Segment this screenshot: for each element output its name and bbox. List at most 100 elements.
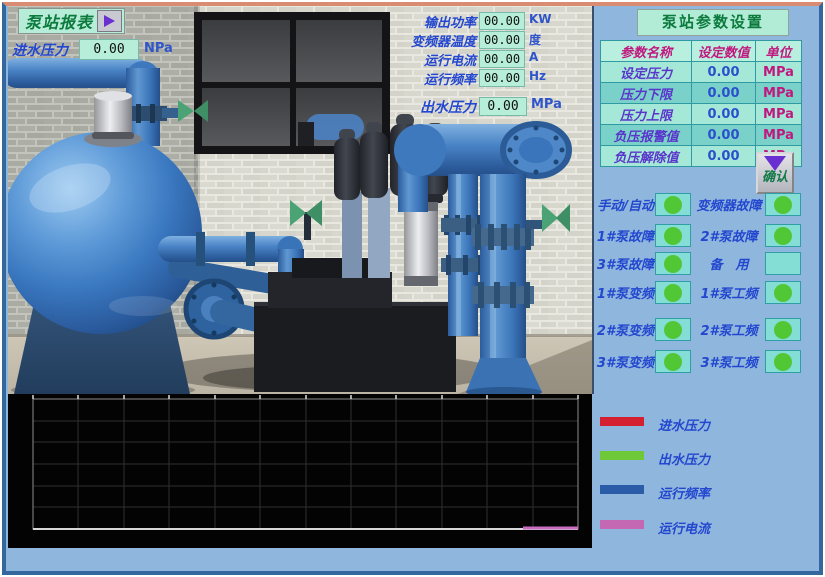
param-value-field[interactable]: 0.00 <box>692 146 756 167</box>
metric-row: 输出功率 00.00 KW <box>8 12 592 30</box>
param-name: 设定压力 <box>601 62 692 83</box>
trend-chart <box>8 394 592 548</box>
legend-swatch-frequency <box>600 485 644 494</box>
output-power-label: 输出功率 <box>378 12 476 31</box>
table-header-row: 参数名称 设定数值 单位 <box>601 41 802 62</box>
vfd-temperature-label: 变频器温度 <box>378 31 476 50</box>
legend-swatch-outlet <box>600 451 644 460</box>
status-lamp-box <box>655 252 691 275</box>
param-value-field[interactable]: 0.00 <box>692 62 756 83</box>
confirm-button-label: 确认 <box>762 166 788 185</box>
status-label-pump3-fault: 3#泵故障 <box>594 254 654 273</box>
status-row: 1#泵变频 1#泵工频 <box>594 281 819 305</box>
vfd-temperature-value: 00.00 <box>479 31 525 49</box>
outlet-pressure-label: 出水压力 <box>378 97 476 117</box>
status-label-pump3-vfd: 3#泵变频 <box>594 352 654 371</box>
outlet-pressure-value: 0.00 <box>479 97 527 116</box>
legend-label-frequency: 运行频率 <box>658 483 710 502</box>
status-label-pump2-vfd: 2#泵变频 <box>594 320 654 339</box>
running-frequency-value: 00.00 <box>479 69 525 87</box>
metric-row: 运行电流 00.00 A <box>8 50 592 68</box>
status-label-pump2-mains: 2#泵工频 <box>694 320 764 339</box>
status-lamp <box>774 321 792 339</box>
confirm-button[interactable]: 确认 <box>756 152 794 194</box>
status-row: 3#泵故障 备 用 <box>594 252 819 276</box>
metric-row: 变频器温度 00.00 度 <box>8 31 592 49</box>
settings-title: 泵站参数设置 <box>637 9 789 36</box>
chrome-pump-body <box>404 202 438 286</box>
param-name: 压力上限 <box>601 104 692 125</box>
status-lamp-box <box>655 350 691 373</box>
status-lamp <box>774 255 792 273</box>
status-label-pump1-vfd: 1#泵变频 <box>594 283 654 302</box>
status-label-pump3-mains: 3#泵工频 <box>694 352 764 371</box>
legend-label-outlet: 出水压力 <box>658 449 710 468</box>
status-label-spare: 备 用 <box>694 254 764 273</box>
status-lamp-box <box>765 281 801 304</box>
metric-row: 运行频率 00.00 Hz <box>8 69 592 87</box>
param-name: 负压解除值 <box>601 146 692 167</box>
trend-chart-grid <box>8 394 592 548</box>
table-row: 压力下限 0.00 MPa <box>601 83 802 104</box>
status-lamp <box>774 196 792 214</box>
status-row: 手动/自动 变频器故障 <box>594 193 819 217</box>
output-power-unit: KW <box>529 12 552 26</box>
pump-station-hmi: 泵站报表 进水压力 0.00 NPa 输出功率 00.00 KW 变频器温度 0… <box>0 0 825 577</box>
status-lamp-box <box>655 193 691 216</box>
running-current-unit: A <box>529 50 538 64</box>
running-frequency-label: 运行频率 <box>378 69 476 88</box>
param-name: 压力下限 <box>601 83 692 104</box>
running-current-label: 运行电流 <box>378 50 476 69</box>
param-unit: MPa <box>756 125 802 146</box>
status-lamp-box <box>765 318 801 341</box>
parameters-table: 参数名称 设定数值 单位 设定压力 0.00 MPa 压力下限 0.00 MPa <box>600 40 802 167</box>
status-row: 3#泵变频 3#泵工频 <box>594 350 819 374</box>
hmi-shell: 泵站报表 进水压力 0.00 NPa 输出功率 00.00 KW 变频器温度 0… <box>2 2 823 575</box>
param-value-field[interactable]: 0.00 <box>692 104 756 125</box>
running-frequency-unit: Hz <box>529 69 546 83</box>
status-label-pump1-mains: 1#泵工频 <box>694 283 764 302</box>
running-current-value: 00.00 <box>479 50 525 68</box>
status-lamp-box <box>765 252 801 275</box>
col-set-value: 设定数值 <box>692 41 756 62</box>
legend-label-current: 运行电流 <box>658 518 710 537</box>
axis-ticks <box>33 395 578 399</box>
param-unit: MPa <box>756 104 802 125</box>
status-label-manual-auto: 手动/自动 <box>594 195 654 214</box>
param-value-field[interactable]: 0.00 <box>692 83 756 104</box>
status-label-pump2-fault: 2#泵故障 <box>694 226 764 245</box>
table-row: 负压报警值 0.00 MPa <box>601 125 802 146</box>
status-lamp <box>664 284 682 302</box>
status-label-vfd-fault: 变频器故障 <box>694 195 764 214</box>
status-lamp-box <box>765 350 801 373</box>
status-lamp <box>664 321 682 339</box>
status-lamp <box>664 227 682 245</box>
col-param-name: 参数名称 <box>601 41 692 62</box>
status-lamp <box>664 353 682 371</box>
status-row: 1#泵故障 2#泵故障 <box>594 224 819 248</box>
col-unit: 单位 <box>756 41 802 62</box>
status-lamp-box <box>765 193 801 216</box>
output-power-value: 00.00 <box>479 12 525 30</box>
status-lamp <box>774 284 792 302</box>
param-value-field[interactable]: 0.00 <box>692 125 756 146</box>
vfd-temperature-unit: 度 <box>529 31 541 48</box>
table-row: 压力上限 0.00 MPa <box>601 104 802 125</box>
table-row: 设定压力 0.00 MPa <box>601 62 802 83</box>
legend-swatch-inlet <box>600 417 644 426</box>
status-row: 2#泵变频 2#泵工频 <box>594 318 819 342</box>
status-lamp-box <box>765 224 801 247</box>
status-lamp-box <box>655 318 691 341</box>
legend-label-inlet: 进水压力 <box>658 415 710 434</box>
status-lamp <box>664 196 682 214</box>
legend-swatch-current <box>600 520 644 529</box>
param-unit: MPa <box>756 62 802 83</box>
tank-reflection <box>306 114 364 140</box>
status-lamp <box>664 255 682 273</box>
status-label-pump1-fault: 1#泵故障 <box>594 226 654 245</box>
gridlines <box>33 399 578 529</box>
status-lamp <box>774 353 792 371</box>
status-lamp <box>774 227 792 245</box>
param-unit: MPa <box>756 83 802 104</box>
outlet-pressure-unit: MPa <box>531 97 562 112</box>
